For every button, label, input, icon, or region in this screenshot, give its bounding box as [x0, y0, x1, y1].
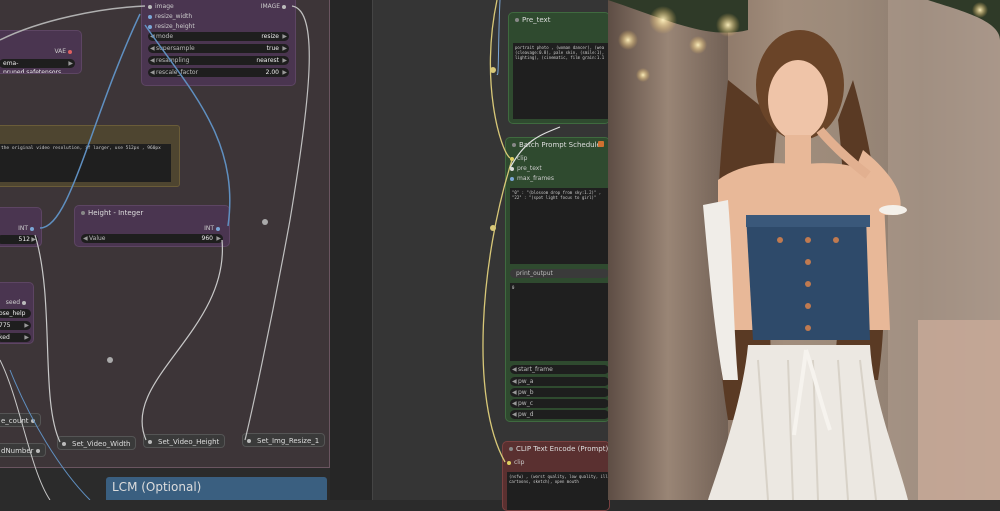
reroute-dot	[107, 357, 113, 363]
reroute-dot	[490, 67, 496, 73]
reroute-dot	[262, 219, 268, 225]
node-wires	[0, 0, 561, 500]
reroute-dot	[490, 225, 496, 231]
wire-image-in	[0, 5, 146, 41]
wire-pretext	[509, 126, 561, 169]
portrait-illustration	[608, 0, 1000, 500]
wire-image-out	[244, 5, 310, 441]
wire-height	[144, 24, 231, 227]
wire-width	[39, 13, 141, 229]
wire-seed-a	[0, 359, 51, 500]
wire-set-width	[34, 234, 61, 443]
wire-clip-lower	[482, 159, 513, 463]
preview-image	[608, 0, 1000, 500]
wire-maxframes	[496, 0, 501, 75]
wire-set-height	[141, 239, 223, 441]
wire-clip	[489, 0, 511, 159]
